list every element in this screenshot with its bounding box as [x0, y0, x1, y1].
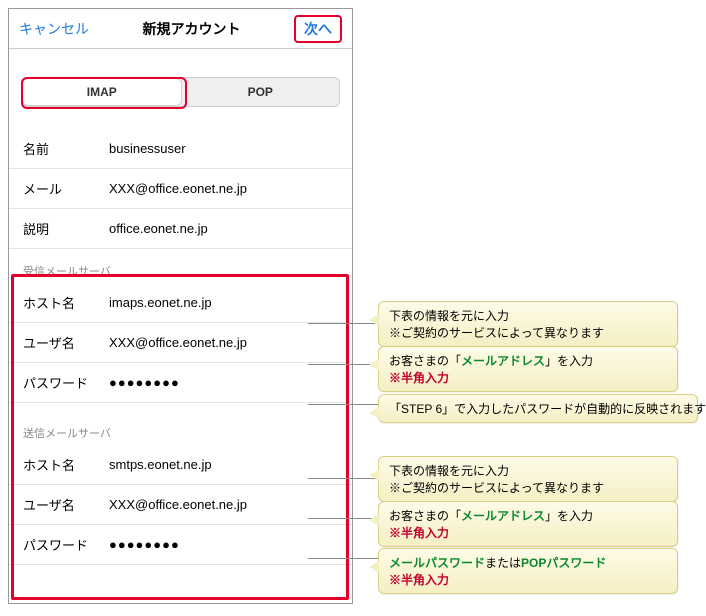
- label-in-host: ホスト名: [23, 293, 109, 312]
- outgoing-list: ホスト名 smtps.eonet.ne.jp ユーザ名 XXX@office.e…: [9, 445, 352, 565]
- value-mail: XXX@office.eonet.ne.jp: [109, 181, 247, 196]
- leader-line: [308, 404, 378, 405]
- value-in-pass: ●●●●●●●●: [109, 375, 180, 390]
- label-out-host: ホスト名: [23, 455, 109, 474]
- row-name[interactable]: 名前 businessuser: [9, 129, 352, 169]
- value-out-pass: ●●●●●●●●: [109, 537, 180, 552]
- label-out-pass: パスワード: [23, 535, 109, 554]
- callout-in-pass: 「STEP 6」で入力したパスワードが自動的に反映されます: [378, 394, 698, 423]
- navbar: キャンセル 新規アカウント 次へ: [9, 9, 352, 49]
- row-out-host[interactable]: ホスト名 smtps.eonet.ne.jp: [9, 445, 352, 485]
- callout-text: 「STEP 6」で入力したパスワードが自動的に反映されます: [389, 400, 687, 417]
- label-name: 名前: [23, 139, 109, 158]
- callout-text: お客さまの「メールアドレス」を入力: [389, 352, 667, 369]
- callout-in-user: お客さまの「メールアドレス」を入力 ※半角入力: [378, 346, 678, 392]
- row-in-user[interactable]: ユーザ名 XXX@office.eonet.ne.jp: [9, 323, 352, 363]
- outgoing-header: 送信メールサーバ: [9, 403, 352, 445]
- callout-text: ※ご契約のサービスによって異なります: [389, 479, 667, 496]
- value-desc: office.eonet.ne.jp: [109, 221, 208, 236]
- tab-pop[interactable]: POP: [182, 78, 340, 106]
- row-out-pass[interactable]: パスワード ●●●●●●●●: [9, 525, 352, 565]
- value-name: businessuser: [109, 141, 186, 156]
- leader-line: [308, 558, 378, 559]
- callout-text: ※半角入力: [389, 524, 667, 541]
- callout-out-pass: メールパスワードまたはPOPパスワード ※半角入力: [378, 548, 678, 594]
- tab-imap[interactable]: IMAP: [22, 78, 182, 106]
- leader-line: [308, 478, 378, 479]
- row-in-pass[interactable]: パスワード ●●●●●●●●: [9, 363, 352, 403]
- label-out-user: ユーザ名: [23, 495, 109, 514]
- callout-text: ※半角入力: [389, 571, 667, 588]
- callout-text: ※ご契約のサービスによって異なります: [389, 324, 667, 341]
- label-in-pass: パスワード: [23, 373, 109, 392]
- callout-text: 下表の情報を元に入力: [389, 462, 667, 479]
- incoming-header: 受信メールサーバ: [9, 249, 352, 283]
- cancel-button[interactable]: キャンセル: [19, 19, 89, 39]
- row-in-host[interactable]: ホスト名 imaps.eonet.ne.jp: [9, 283, 352, 323]
- row-desc[interactable]: 説明 office.eonet.ne.jp: [9, 209, 352, 249]
- label-mail: メール: [23, 179, 109, 198]
- callout-text: ※半角入力: [389, 369, 667, 386]
- leader-line: [308, 364, 378, 365]
- value-in-user: XXX@office.eonet.ne.jp: [109, 335, 247, 350]
- value-in-host: imaps.eonet.ne.jp: [109, 295, 212, 310]
- row-out-user[interactable]: ユーザ名 XXX@office.eonet.ne.jp: [9, 485, 352, 525]
- callout-out-user: お客さまの「メールアドレス」を入力 ※半角入力: [378, 501, 678, 547]
- label-in-user: ユーザ名: [23, 333, 109, 352]
- value-out-host: smtps.eonet.ne.jp: [109, 457, 212, 472]
- leader-line: [308, 518, 378, 519]
- callout-out-host: 下表の情報を元に入力 ※ご契約のサービスによって異なります: [378, 456, 678, 502]
- account-info-list: 名前 businessuser メール XXX@office.eonet.ne.…: [9, 129, 352, 249]
- leader-line: [308, 323, 378, 324]
- new-account-screen: キャンセル 新規アカウント 次へ IMAP POP 名前 businessuse…: [8, 8, 353, 604]
- value-out-user: XXX@office.eonet.ne.jp: [109, 497, 247, 512]
- next-button[interactable]: 次へ: [294, 15, 342, 43]
- screen-title: 新規アカウント: [143, 19, 241, 39]
- callout-text: 下表の情報を元に入力: [389, 307, 667, 324]
- label-desc: 説明: [23, 219, 109, 238]
- callout-in-host: 下表の情報を元に入力 ※ご契約のサービスによって異なります: [378, 301, 678, 347]
- protocol-segment: IMAP POP: [9, 49, 352, 117]
- row-mail[interactable]: メール XXX@office.eonet.ne.jp: [9, 169, 352, 209]
- callout-text: お客さまの「メールアドレス」を入力: [389, 507, 667, 524]
- incoming-list: ホスト名 imaps.eonet.ne.jp ユーザ名 XXX@office.e…: [9, 283, 352, 403]
- callout-text: メールパスワードまたはPOPパスワード: [389, 554, 667, 571]
